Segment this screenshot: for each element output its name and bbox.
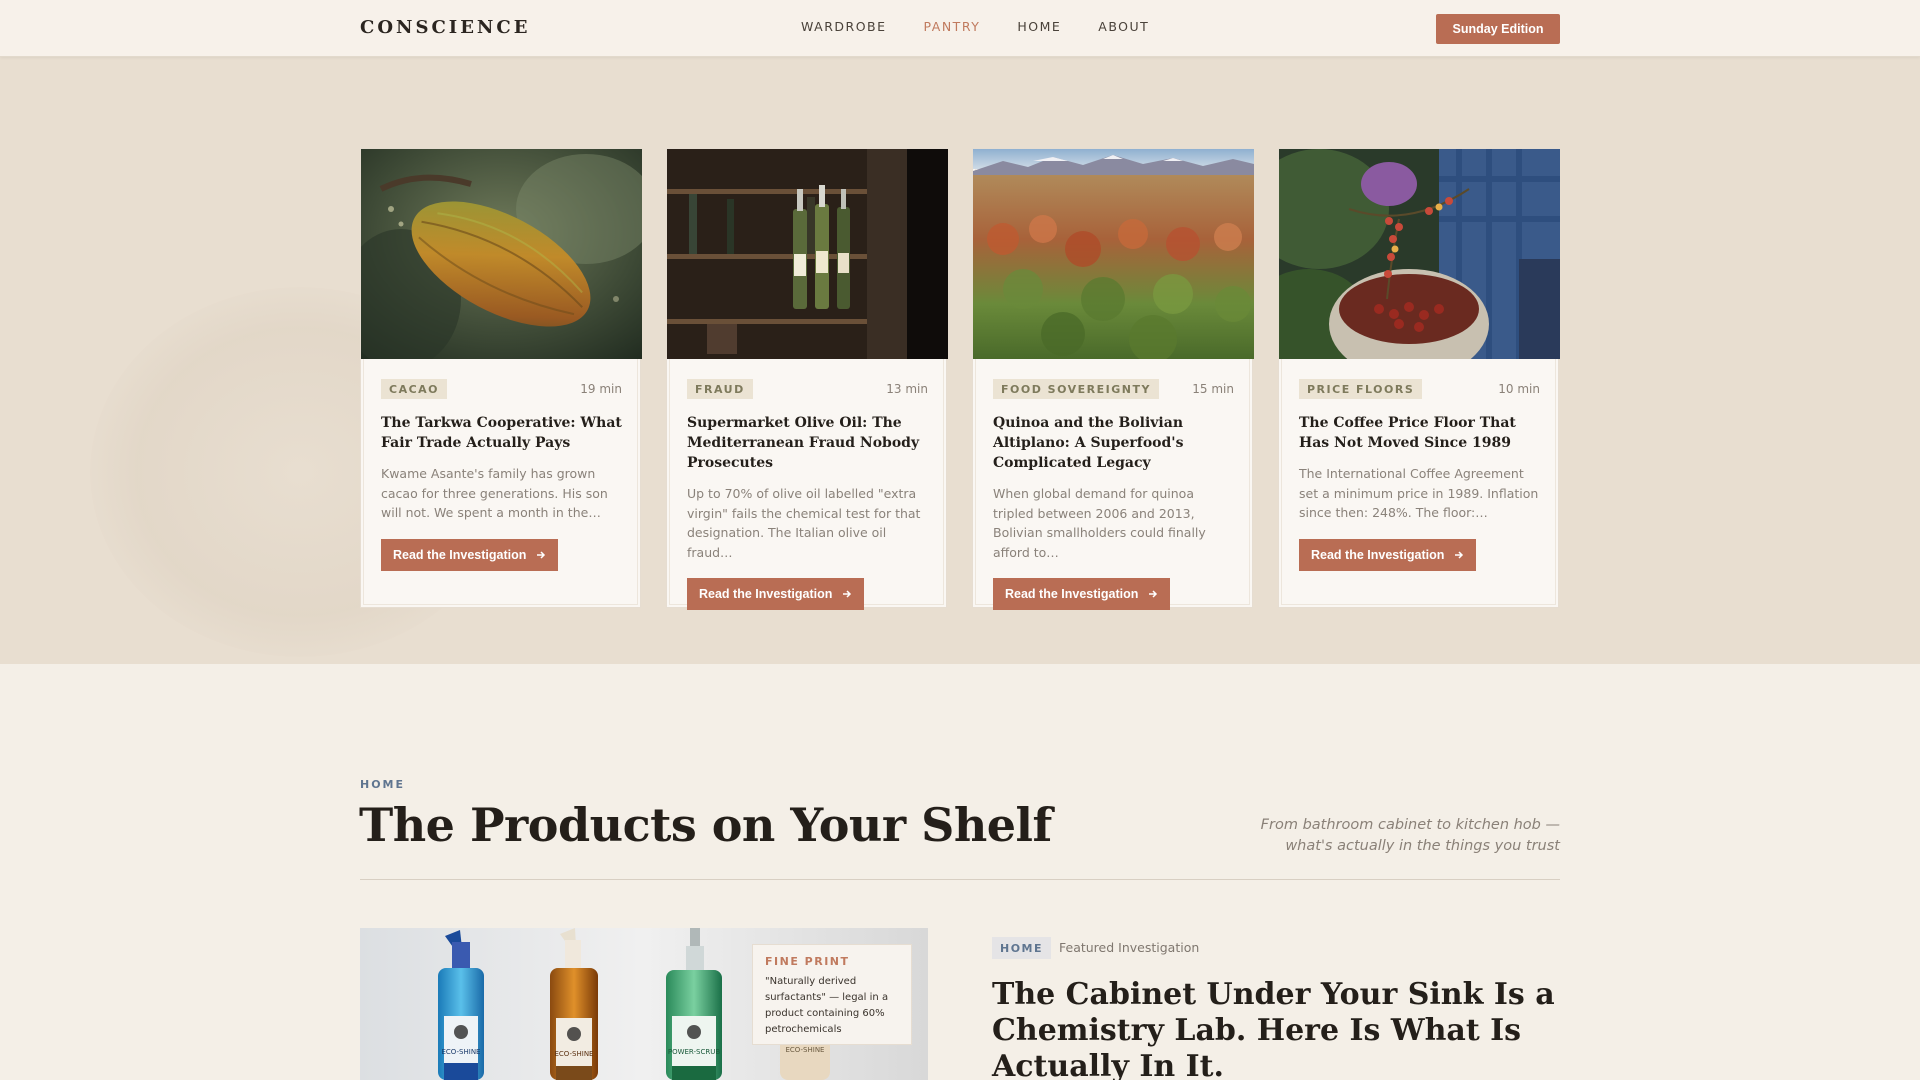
read-time: 10 min xyxy=(1498,382,1540,396)
nav-item-pantry[interactable]: PANTRY xyxy=(924,19,981,34)
section-subtitle: From bathroom cabinet to kitchen hob — w… xyxy=(1260,817,1560,854)
site-logo[interactable]: CONSCIENCE xyxy=(360,17,530,38)
article-card[interactable]: PRICE FLOORS 10 min The Coffee Price Flo… xyxy=(1278,148,1560,608)
fine-print-quote: "Naturally derived surfactants" — legal … xyxy=(765,976,889,1035)
read-time: 15 min xyxy=(1192,382,1234,396)
card-body: FOOD SOVEREIGNTY 15 min Quinoa and the B… xyxy=(993,379,1234,610)
arrow-right-icon xyxy=(843,590,852,598)
button-label: Read the Investigation xyxy=(1311,547,1445,562)
card-body: FRAUD 13 min Supermarket Olive Oil: The … xyxy=(687,379,928,610)
main-nav: WARDROBE PANTRY HOME ABOUT xyxy=(801,19,1186,34)
read-investigation-button[interactable]: Read the Investigation xyxy=(381,538,559,571)
coffee-cherries-photo[interactable] xyxy=(1279,149,1560,359)
card-excerpt: When global demand for quinoa tripled be… xyxy=(993,486,1206,560)
card-meta: CACAO 19 min xyxy=(381,379,622,399)
arrow-right-icon xyxy=(1149,590,1158,598)
bottle-label: ECO-SHINE xyxy=(555,1050,594,1058)
category-tag[interactable]: FOOD SOVEREIGNTY xyxy=(993,379,1159,399)
read-investigation-button[interactable]: Read the Investigation xyxy=(1299,538,1477,571)
read-time: 19 min xyxy=(580,382,622,396)
sunday-edition-button[interactable]: Sunday Edition xyxy=(1436,14,1560,44)
feature-category-tag[interactable]: HOME xyxy=(992,937,1052,959)
category-tag[interactable]: PRICE FLOORS xyxy=(1299,379,1423,399)
fine-print-callout: FINE PRINT "Naturally derived surfactant… xyxy=(752,944,912,1045)
card-title[interactable]: The Coffee Price Floor That Has Not Move… xyxy=(1299,413,1540,453)
card-meta: PRICE FLOORS 10 min xyxy=(1299,379,1540,399)
read-investigation-button[interactable]: Read the Investigation xyxy=(993,578,1171,610)
read-investigation-button[interactable]: Read the Investigation xyxy=(687,578,865,610)
pantry-section: CACAO 19 min The Tarkwa Cooperative: Wha… xyxy=(0,57,1920,664)
olive-oil-bottles-photo[interactable] xyxy=(667,149,948,359)
featured-label: Featured Investigation xyxy=(1059,940,1200,955)
quinoa-field-photo[interactable] xyxy=(973,149,1254,359)
nav-item-home[interactable]: HOME xyxy=(1017,19,1061,34)
button-label: Read the Investigation xyxy=(393,547,527,562)
category-tag[interactable]: CACAO xyxy=(381,379,448,399)
card-meta: FOOD SOVEREIGNTY 15 min xyxy=(993,379,1234,399)
card-meta: FRAUD 13 min xyxy=(687,379,928,399)
section-title: The Products on Your Shelf xyxy=(359,798,1052,852)
article-card[interactable]: FOOD SOVEREIGNTY 15 min Quinoa and the B… xyxy=(972,148,1254,610)
read-time: 13 min xyxy=(886,382,928,396)
category-tag[interactable]: FRAUD xyxy=(687,379,753,399)
bottle-label: ECO-SHINE xyxy=(442,1048,481,1056)
card-excerpt: Kwame Asante's family has grown cacao fo… xyxy=(381,466,608,520)
arrow-right-icon xyxy=(1455,550,1464,559)
article-card[interactable]: CACAO 19 min The Tarkwa Cooperative: Wha… xyxy=(360,148,642,608)
feature-title[interactable]: The Cabinet Under Your Sink Is a Chemist… xyxy=(992,977,1572,1080)
section-eyebrow: HOME xyxy=(360,778,406,791)
section-divider xyxy=(360,879,1560,880)
bottle-label: POWER-SCRUB xyxy=(668,1048,720,1056)
bottle-label: ECO-SHINE xyxy=(786,1046,825,1054)
nav-item-about[interactable]: ABOUT xyxy=(1098,19,1149,34)
card-body: PRICE FLOORS 10 min The Coffee Price Flo… xyxy=(1299,379,1540,571)
button-label: Read the Investigation xyxy=(1005,587,1139,601)
button-label: Read the Investigation xyxy=(699,587,833,601)
card-title[interactable]: Quinoa and the Bolivian Altiplano: A Sup… xyxy=(993,413,1234,473)
site-header: CONSCIENCE WARDROBE PANTRY HOME ABOUT Su… xyxy=(0,0,1920,57)
card-excerpt: The International Coffee Agreement set a… xyxy=(1299,466,1539,520)
cacao-pod-photo[interactable] xyxy=(361,149,642,359)
card-title[interactable]: Supermarket Olive Oil: The Mediterranean… xyxy=(687,413,928,473)
card-title[interactable]: The Tarkwa Cooperative: What Fair Trade … xyxy=(381,413,622,453)
card-excerpt: Up to 70% of olive oil labelled "extra v… xyxy=(687,486,921,560)
arrow-right-icon xyxy=(537,550,546,559)
article-card[interactable]: FRAUD 13 min Supermarket Olive Oil: The … xyxy=(666,148,948,610)
card-body: CACAO 19 min The Tarkwa Cooperative: Wha… xyxy=(381,379,622,571)
nav-item-wardrobe[interactable]: WARDROBE xyxy=(801,19,887,34)
fine-print-label: FINE PRINT xyxy=(765,955,850,968)
